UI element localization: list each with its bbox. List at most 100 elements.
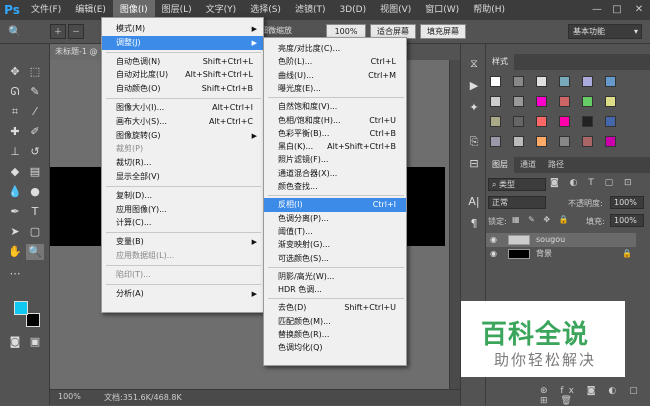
path-select-tool-icon[interactable]: ➤: [6, 224, 24, 240]
menu-item[interactable]: 色彩平衡(B)... Ctrl+B: [264, 127, 406, 141]
menu-item[interactable]: 照片滤镜(F)...: [264, 153, 406, 167]
style-swatch[interactable]: [513, 116, 524, 127]
layer-actions[interactable]: ⊛ fx ◙ ◐ ▢ ⊞ 🗑: [540, 386, 650, 406]
style-swatch[interactable]: [582, 116, 593, 127]
menu-item[interactable]: 分析(A) ▶: [102, 287, 263, 301]
style-swatch[interactable]: [536, 76, 547, 87]
menu-item[interactable]: 自动对比度(U) Alt+Shift+Ctrl+L: [102, 68, 263, 82]
style-swatch[interactable]: [490, 96, 501, 107]
eraser-tool-icon[interactable]: ◆: [6, 164, 24, 180]
menu-item[interactable]: 画布大小(S)... Alt+Ctrl+C: [102, 115, 263, 129]
eyedropper-tool-icon[interactable]: ⁄: [26, 104, 44, 120]
quick-mask-icon[interactable]: ◙: [6, 334, 24, 350]
menu-item[interactable]: 色阶(L)... Ctrl+L: [264, 55, 406, 69]
actions-icon[interactable]: ▶: [466, 78, 482, 94]
menu-item[interactable]: 颜色查找...: [264, 180, 406, 194]
stamp-tool-icon[interactable]: ⊥: [6, 144, 24, 160]
menu-item[interactable]: 自然饱和度(V)...: [264, 100, 406, 114]
healing-tool-icon[interactable]: ✚: [6, 124, 24, 140]
menu-item[interactable]: 模式(M) ▶: [102, 22, 263, 36]
hand-tool-icon[interactable]: ✋: [6, 244, 24, 260]
restore-button[interactable]: □: [608, 0, 626, 20]
type-tool-icon[interactable]: T: [26, 204, 44, 220]
minimize-button[interactable]: —: [588, 0, 606, 20]
menu-7[interactable]: 3D(D): [332, 0, 373, 20]
foreground-color-swatch[interactable]: [14, 301, 28, 315]
style-swatch[interactable]: [582, 136, 593, 147]
style-swatch[interactable]: [559, 96, 570, 107]
properties-icon[interactable]: ✦: [466, 100, 482, 116]
menu-item[interactable]: 曲线(U)... Ctrl+M: [264, 69, 406, 83]
layer-filter-icons[interactable]: ◙ ◐ T ▢ ⊡: [550, 178, 636, 188]
style-swatch[interactable]: [582, 96, 593, 107]
menu-item[interactable]: 调整(J) ▶: [102, 35, 263, 50]
menu-item[interactable]: 陷印(T)...: [102, 268, 263, 282]
menu-item[interactable]: 色相/饱和度(H)... Ctrl+U: [264, 114, 406, 128]
menu-item[interactable]: 计算(C)...: [102, 216, 263, 230]
style-swatch[interactable]: [490, 116, 501, 127]
layer-row[interactable]: ◉ 背景 🔒: [486, 247, 636, 261]
tab-channels[interactable]: 通道: [514, 157, 542, 173]
style-swatch[interactable]: [605, 116, 616, 127]
close-button[interactable]: ✕: [630, 0, 648, 20]
zoom-tool-icon[interactable]: 🔍: [26, 244, 44, 260]
menu-0[interactable]: 文件(F): [24, 0, 68, 20]
vertical-scrollbar[interactable]: [449, 60, 460, 389]
menu-item[interactable]: 裁切(R)...: [102, 156, 263, 170]
menu-item[interactable]: 自动颜色(O) Shift+Ctrl+B: [102, 82, 263, 96]
style-swatch[interactable]: [513, 136, 524, 147]
lock-icons[interactable]: ▦ ✎ ✥ 🔒: [512, 215, 572, 224]
workspace-select[interactable]: 基本功能 ▾: [568, 24, 642, 39]
pen-tool-icon[interactable]: ✒: [6, 204, 24, 220]
menu-item[interactable]: 通道混合器(X)...: [264, 167, 406, 181]
tab-paths[interactable]: 路径: [542, 157, 570, 173]
style-swatch[interactable]: [605, 136, 616, 147]
menu-6[interactable]: 滤镜(T): [288, 0, 333, 20]
style-swatch[interactable]: [582, 76, 593, 87]
style-swatch[interactable]: [490, 76, 501, 87]
style-swatch[interactable]: [536, 96, 547, 107]
style-swatch[interactable]: [559, 76, 570, 87]
document-tab[interactable]: 未标题-1 @: [50, 44, 108, 60]
menu-item[interactable]: 渐变映射(G)...: [264, 238, 406, 252]
marquee-tool-icon[interactable]: ⬚: [26, 64, 44, 80]
menu-item[interactable]: 阴影/高光(W)...: [264, 270, 406, 284]
screen-mode-icon[interactable]: ▣: [26, 334, 44, 350]
menu-9[interactable]: 窗口(W): [418, 0, 466, 20]
style-swatch[interactable]: [605, 76, 616, 87]
menu-item[interactable]: 反相(I) Ctrl+I: [264, 198, 406, 213]
eye-icon[interactable]: ◉: [490, 247, 497, 261]
eye-icon[interactable]: ◉: [490, 233, 497, 247]
menu-8[interactable]: 视图(V): [373, 0, 418, 20]
style-swatch[interactable]: [513, 96, 524, 107]
menu-item[interactable]: 变量(B) ▶: [102, 235, 263, 249]
menu-item[interactable]: 自动色调(N) Shift+Ctrl+L: [102, 55, 263, 69]
blur-tool-icon[interactable]: 💧: [6, 184, 24, 200]
style-swatch[interactable]: [605, 96, 616, 107]
menu-item[interactable]: 匹配颜色(M)...: [264, 315, 406, 329]
shape-tool-icon[interactable]: ▢: [26, 224, 44, 240]
history-brush-icon[interactable]: ↺: [26, 144, 44, 160]
opacity-field[interactable]: 100%: [610, 196, 644, 209]
background-color-swatch[interactable]: [26, 313, 40, 327]
menu-item[interactable]: 复制(D)...: [102, 189, 263, 203]
menu-item[interactable]: 阈值(T)...: [264, 225, 406, 239]
fill-field[interactable]: 100%: [610, 214, 644, 227]
menu-item[interactable]: 去色(D) Shift+Ctrl+U: [264, 301, 406, 315]
brush-tool-icon[interactable]: ✐: [26, 124, 44, 140]
menu-item[interactable]: 图像大小(I)... Alt+Ctrl+I: [102, 101, 263, 115]
style-swatch[interactable]: [513, 76, 524, 87]
layer-row[interactable]: ◉ sougou: [486, 233, 636, 247]
menu-item[interactable]: 显示全部(V): [102, 170, 263, 184]
move-tool-icon[interactable]: ✥: [6, 64, 24, 80]
menu-item[interactable]: 应用数据组(L)...: [102, 249, 263, 263]
fill-screen-button[interactable]: 填充屏幕: [420, 24, 466, 39]
zoom-level[interactable]: 100%: [58, 392, 81, 401]
clone-source-icon[interactable]: ⊟: [466, 156, 482, 172]
style-swatch[interactable]: [559, 136, 570, 147]
menu-item[interactable]: HDR 色调...: [264, 283, 406, 297]
brush-panel-icon[interactable]: ⎘: [466, 134, 482, 150]
blend-mode-select[interactable]: 正常: [488, 196, 546, 209]
menu-item[interactable]: 亮度/对比度(C)...: [264, 42, 406, 56]
menu-item[interactable]: 色调均化(Q): [264, 341, 406, 355]
